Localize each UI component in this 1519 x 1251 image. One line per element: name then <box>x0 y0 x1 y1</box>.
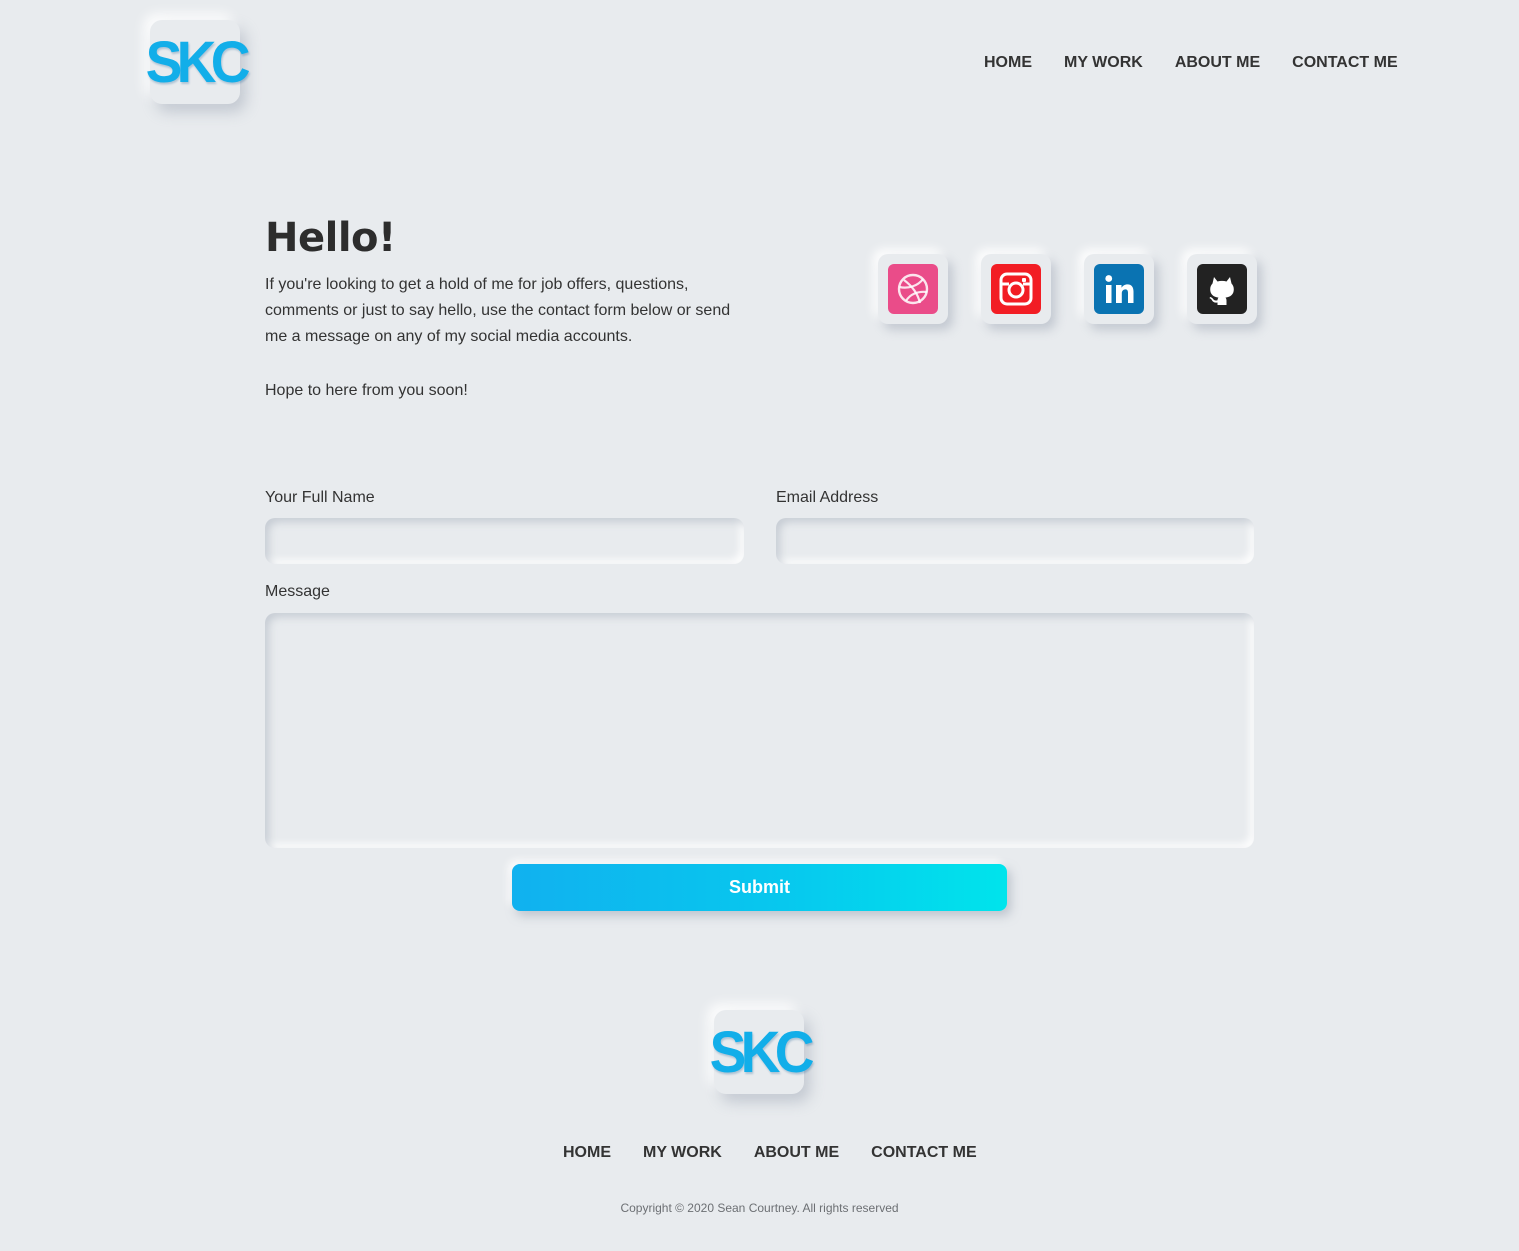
footer-nav-about-me[interactable]: ABOUT ME <box>754 1144 839 1162</box>
nav-home[interactable]: HOME <box>984 54 1032 72</box>
linkedin-button[interactable] <box>1084 254 1154 324</box>
header-logo[interactable]: SKC <box>145 20 250 104</box>
closing-text: Hope to here from you soon! <box>265 382 468 399</box>
nav-contact-me[interactable]: CONTACT ME <box>1292 54 1397 72</box>
header-nav: HOME MY WORK ABOUT ME CONTACT ME <box>984 54 1398 72</box>
social-links <box>878 254 1257 324</box>
github-button[interactable] <box>1187 254 1257 324</box>
footer-nav: HOME MY WORK ABOUT ME CONTACT ME <box>563 1144 977 1162</box>
linkedin-icon <box>1094 264 1144 314</box>
instagram-button[interactable] <box>981 254 1051 324</box>
intro-paragraph: If you're looking to get a hold of me fo… <box>265 276 731 345</box>
full-name-input[interactable] <box>265 518 744 564</box>
logo-text: SKC <box>145 29 250 95</box>
dribbble-icon <box>888 264 938 314</box>
submit-button[interactable]: Submit <box>512 864 1007 911</box>
contact-page: SKC HOME MY WORK ABOUT ME CONTACT ME Hel… <box>0 0 1519 1251</box>
footer-nav-home[interactable]: HOME <box>563 1144 611 1162</box>
message-label: Message <box>265 583 330 600</box>
copyright-text: Copyright © 2020 Sean Courtney. All righ… <box>620 1201 899 1215</box>
footer-nav-contact-me[interactable]: CONTACT ME <box>871 1144 976 1162</box>
nav-my-work[interactable]: MY WORK <box>1064 54 1143 72</box>
email-label: Email Address <box>776 489 879 506</box>
github-icon <box>1197 264 1247 314</box>
footer-logo[interactable]: SKC <box>709 1010 814 1094</box>
message-textarea[interactable] <box>265 613 1254 848</box>
page-title: Hello! <box>265 215 396 261</box>
nav-about-me[interactable]: ABOUT ME <box>1175 54 1260 72</box>
instagram-icon <box>991 264 1041 314</box>
name-label: Your Full Name <box>265 489 375 506</box>
logo-text: SKC <box>709 1019 814 1085</box>
dribbble-button[interactable] <box>878 254 948 324</box>
footer-nav-my-work[interactable]: MY WORK <box>643 1144 722 1162</box>
email-input[interactable] <box>776 518 1254 564</box>
